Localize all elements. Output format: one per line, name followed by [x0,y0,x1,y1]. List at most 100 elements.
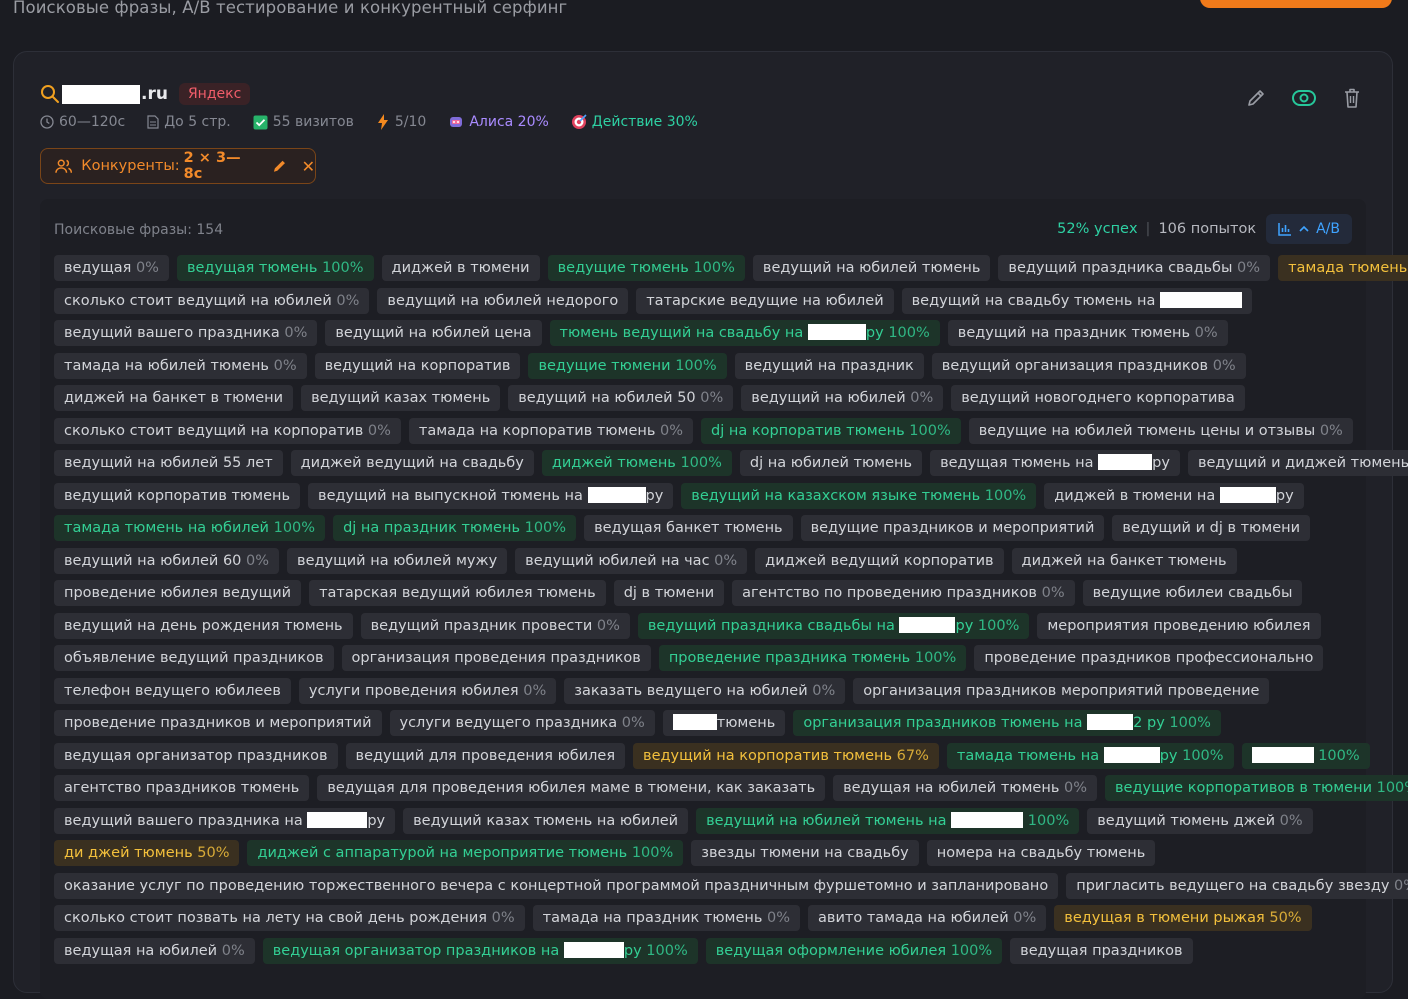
phrase-tag[interactable]: проведение праздников и мероприятий [54,710,382,736]
phrase-tag[interactable]: диджей на банкет тюмень [1011,547,1237,574]
edit-button[interactable] [1244,86,1268,110]
phrase-tag[interactable]: ведущий казах тюмень [301,385,501,411]
phrase-tag[interactable]: тамада на юбилей тюмень 0% [54,352,307,379]
phrase-tag[interactable]: ведущий тюмень джей 0% [1087,807,1313,834]
phrase-tag[interactable]: ведущий на юбилей 0% [741,385,944,411]
delete-button[interactable] [1340,86,1364,110]
phrase-tag[interactable]: ведущий на корпоратив тюмень 67% [633,742,939,769]
phrase-tag[interactable]: ведущий корпоратив тюмень [54,482,301,509]
phrase-tag[interactable]: диджей на банкет в тюмени [54,385,294,411]
phrase-tag[interactable]: ведущая оформление юбилея 100% [705,937,1003,964]
phrase-tag[interactable]: ведущий на казахском языке тюмень 100% [681,482,1037,509]
phrase-tag[interactable]: сколько стоит ведущий на корпоратив 0% [54,417,401,444]
phrase-tag[interactable]: звезды тюмени на свадьбу [691,840,919,866]
phrase-tag[interactable]: оказание услуг по проведению торжественн… [54,872,1059,899]
phrase-tag[interactable]: услуги ведущего праздника 0% [389,710,655,736]
phrase-tag[interactable]: ведущий на свадьбу тюмень на [901,287,1253,314]
phrase-tag[interactable]: ведущие тюмени 100% [528,352,727,379]
phrase-tag[interactable]: ведущий на юбилей 55 лет [54,450,283,476]
phrase-tag[interactable]: ведущий новогоднего корпоратива [951,385,1245,411]
ab-test-button[interactable]: A/B [1266,214,1352,244]
phrase-tag[interactable]: ведущий праздника свадьбы на ру 100% [637,612,1030,639]
phrase-tag[interactable]: ведущие праздников и мероприятий [800,515,1105,541]
phrase-tag[interactable]: ведущая организатор праздников на ру 100… [262,937,698,964]
phrase-tag[interactable]: ведущий на юбилей недорого [377,287,629,314]
phrase-tag[interactable]: услуги проведения юбилея 0% [298,677,557,704]
phrase-tag[interactable]: dj на корпоратив тюмень 100% [701,417,961,444]
phrase-tag[interactable]: ведущий на юбилей 50 0% [508,385,734,411]
phrase-tag[interactable]: ведущий и dj в тюмени [1112,515,1311,541]
phrase-tag[interactable]: dj на праздник тюмень 100% [333,515,577,541]
remove-competitors-icon[interactable]: ✕ [302,157,315,176]
phrase-tag[interactable]: диджей тюмень 100% [541,450,732,476]
phrase-tag[interactable]: ди джей тюмень 50% [54,840,240,866]
phrase-tag[interactable]: пригласить ведущего на свадьбу звезду 0% [1066,872,1408,899]
phrase-tag[interactable]: диджей ведущий корпоратив [755,547,1004,574]
phrase-tag[interactable]: ведущие тюмень 100% [547,255,745,281]
phrase-tag[interactable]: номера на свадьбу тюмень [926,840,1156,866]
phrase-tag[interactable]: проведение праздников профессионально [974,645,1324,671]
phrase-tag[interactable]: ведущая 0% [54,255,169,281]
phrase-tag[interactable]: ведущий на юбилей мужу [287,547,508,574]
phrase-tag[interactable]: агентство праздников тюмень [54,775,310,801]
phrase-tag[interactable]: ведущая на юбилей тюмень 0% [833,775,1098,801]
phrase-tag[interactable]: заказать ведущего на юбилей 0% [564,677,846,704]
phrase-tag[interactable]: ведущий праздник провести 0% [360,612,630,639]
phrase-tag[interactable]: сколько стоит ведущий на юбилей 0% [54,287,370,314]
phrase-tag[interactable]: ведущие юбилеи свадьбы [1082,580,1303,606]
phrase-tag[interactable]: ведущая банкет тюмень [584,515,793,541]
phrase-tag[interactable]: диджей в тюмени [381,255,540,281]
competitors-pill[interactable]: Конкуренты: 2 × 3—8с ✕ [40,148,316,184]
phrase-tag[interactable]: тамада тюмень на юбилей 100% [54,515,326,541]
primary-action-button[interactable] [1200,0,1392,8]
phrase-tag[interactable]: диджей ведущий на свадьбу [290,450,534,476]
phrase-tag[interactable]: ведущий праздника свадьбы 0% [998,255,1271,281]
phrase-tag[interactable]: татарские ведущие на юбилей [636,287,894,314]
phrase-tag[interactable]: сколько стоит позвать на лету на свой де… [54,905,525,931]
phrase-tag[interactable]: тамада тюмень 50% [1278,255,1408,281]
phrase-tag[interactable]: ведущий для проведения юбилея [345,742,626,769]
phrase-tag[interactable]: ведущий на юбилей 60 0% [54,547,280,574]
phrase-tag[interactable]: проведение праздника тюмень 100% [658,645,967,671]
phrase-tag[interactable]: проведение юбилея ведущий [54,580,302,606]
phrase-tag[interactable]: ведущая на юбилей 0% [54,937,255,964]
phrase-tag[interactable]: ведущая организатор праздников [54,742,338,769]
phrase-tag[interactable]: организация проведения праздников [341,645,651,671]
phrase-tag[interactable]: авито тамада на юбилей 0% [808,905,1047,931]
phrase-tag[interactable]: тамада на корпоратив тюмень 0% [408,417,694,444]
phrase-tag[interactable]: ведущий на выпускной тюмень на ру [308,482,674,509]
phrase-tag[interactable]: ведущие на юбилей тюмень цены и отзывы 0… [968,417,1353,444]
phrase-tag[interactable]: ведущий вашего праздника 0% [54,320,318,346]
phrase-tag[interactable]: ведущий на корпоратив [314,352,521,379]
phrase-tag[interactable]: тюмень ведущий на свадьбу на ру 100% [549,320,940,346]
phrase-tag[interactable]: ведущий на юбилей тюмень на 100% [696,807,1080,834]
phrase-tag[interactable]: агентство по проведению праздников 0% [732,580,1075,606]
phrase-tag[interactable]: ведущий юбилей на час 0% [515,547,748,574]
phrase-tag[interactable]: организация праздников мероприятий прове… [853,677,1270,704]
phrase-tag[interactable]: ведущая в тюмени рыжая 50% [1054,905,1312,931]
phrase-tag[interactable]: ведущий на юбилей цена [325,320,542,346]
phrase-tag[interactable]: ведущий казах тюмень на юбилей [403,807,689,834]
phrase-tag[interactable]: ведущий организация праздников 0% [931,352,1246,379]
phrase-tag[interactable]: диджей с аппаратурой на мероприятие тюме… [247,840,684,866]
phrase-tag[interactable]: ведущий на день рождения тюмень [54,612,353,639]
phrase-tag[interactable]: dj в тюмени [613,580,725,606]
phrase-tag[interactable]: тюмень [662,710,786,736]
phrase-tag[interactable]: ведущий на праздник тюмень 0% [947,320,1228,346]
phrase-tag[interactable]: организация праздников тюмень на 2 ру 10… [793,710,1221,736]
phrase-tag[interactable]: тамада тюмень на ру 100% [946,742,1234,769]
phrase-tag[interactable]: ведущая для проведения юбилея маме в тюм… [317,775,826,801]
phrase-tag[interactable]: ведущая праздников [1010,937,1193,964]
phrase-tag[interactable]: 100% [1241,742,1370,769]
phrase-tag[interactable]: татарская ведущий юбилея тюмень [309,580,606,606]
phrase-tag[interactable]: объявление ведущий праздников [54,645,334,671]
phrase-tag[interactable]: диджей в тюмени на ру [1044,482,1304,509]
phrase-tag[interactable]: мероприятия проведению юбилея [1037,612,1321,639]
phrase-tag[interactable]: ведущий на юбилей тюмень [752,255,991,281]
phrase-tag[interactable]: dj на юбилей тюмень [739,450,923,476]
phrase-tag[interactable]: ведущий вашего праздника на ру [54,807,396,834]
phrase-tag[interactable]: ведущий на праздник [734,352,924,379]
toggle-active-button[interactable] [1292,86,1316,110]
phrase-tag[interactable]: телефон ведущего юбилеев [54,677,291,704]
phrase-tag[interactable]: ведущая тюмень 100% [176,255,374,281]
